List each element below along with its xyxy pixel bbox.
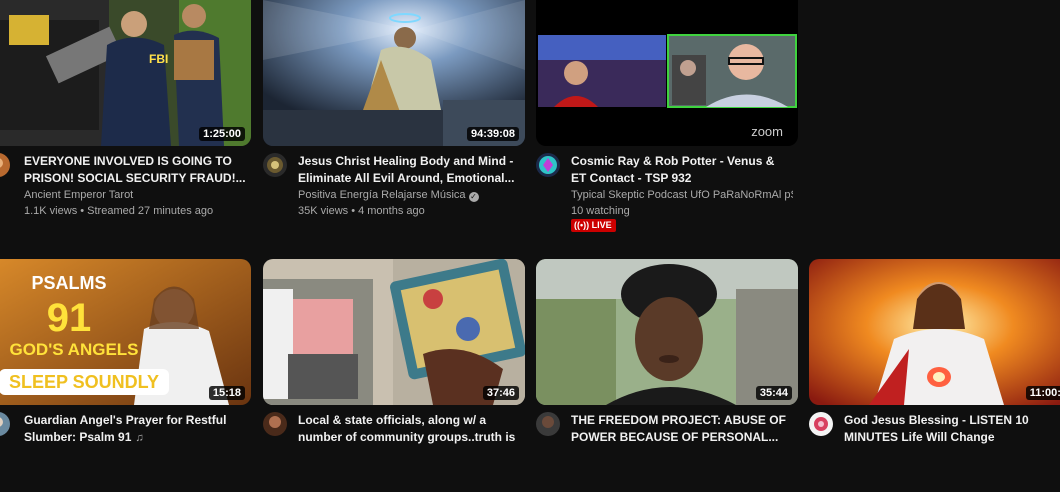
video-title[interactable]: THE FREEDOM PROJECT: ABUSE OF POWER BECA… — [571, 412, 793, 446]
verified-check-icon: ✓ — [468, 192, 479, 202]
video-stats: 10 watching — [571, 205, 630, 217]
video-duration: 35:44 — [755, 386, 792, 400]
video-title[interactable]: God Jesus Blessing - LISTEN 10 MINUTES L… — [844, 412, 1060, 446]
channel-name[interactable]: Positiva Energía Relajarse Música ✓ — [298, 187, 520, 203]
video-duration: 11:00:4 — [1025, 386, 1060, 400]
video-duration: 94:39:08 — [466, 127, 519, 141]
video-thumbnail[interactable]: PSALMS 91 GOD'S ANGELS SLEEP SOUNDLY 15:… — [0, 259, 251, 405]
video-thumbnail[interactable]: 94:39:08 — [263, 0, 525, 146]
channel-avatar[interactable] — [263, 153, 287, 177]
zoom-logo-text: zoom — [751, 124, 783, 139]
video-duration: 15:18 — [208, 386, 245, 400]
channel-avatar[interactable] — [0, 153, 10, 177]
live-badge-label: LIVE — [591, 220, 612, 230]
video-title[interactable]: Guardian Angel's Prayer for Restful Slum… — [24, 412, 246, 446]
video-thumbnail[interactable]: zoom — [536, 0, 798, 146]
video-title[interactable]: Cosmic Ray & Rob Potter - Venus & ET Con… — [571, 153, 793, 187]
channel-name-text[interactable]: Positiva Energía Relajarse Música — [298, 189, 466, 201]
thumb-angels-text: GOD'S ANGELS — [9, 340, 138, 359]
video-thumbnail[interactable]: 37:46 — [263, 259, 525, 405]
channel-avatar[interactable] — [0, 412, 10, 436]
video-duration: 1:25:00 — [199, 127, 245, 141]
video-duration: 37:46 — [482, 386, 519, 400]
video-title-text[interactable]: Guardian Angel's Prayer for Restful Slum… — [24, 413, 226, 444]
channel-name[interactable]: Ancient Emperor Tarot — [24, 187, 246, 203]
channel-avatar[interactable] — [536, 412, 560, 436]
channel-avatar[interactable] — [809, 412, 833, 436]
thumb-number-text: 91 — [47, 296, 92, 340]
thumb-sleep-text: SLEEP SOUNDLY — [9, 372, 159, 392]
video-thumbnail[interactable]: 35:44 — [536, 259, 798, 405]
fbi-jacket-text: FBI — [149, 52, 168, 66]
video-title[interactable]: EVERYONE INVOLVED IS GOING TO PRISON! SO… — [24, 153, 246, 187]
music-note-icon: ♫ — [135, 432, 144, 444]
channel-name[interactable]: Typical Skeptic Podcast UfO PaRaNoRmAl p… — [571, 187, 793, 203]
channel-avatar[interactable] — [536, 153, 560, 177]
video-thumbnail[interactable]: FBI 1:25:00 — [0, 0, 251, 146]
video-title[interactable]: Jesus Christ Healing Body and Mind - Eli… — [298, 153, 520, 187]
video-title[interactable]: Local & state officials, along w/ a numb… — [298, 412, 520, 446]
live-badge: ((•)) LIVE — [571, 219, 616, 232]
live-broadcast-icon: ((•)) — [574, 220, 592, 230]
video-stats: 35K views • 4 months ago — [298, 205, 425, 217]
video-stats: 1.1K views • Streamed 27 minutes ago — [24, 205, 214, 217]
channel-avatar[interactable] — [263, 412, 287, 436]
video-thumbnail[interactable]: 11:00:4 — [809, 259, 1060, 405]
thumb-psalms-text: PSALMS — [31, 273, 106, 293]
